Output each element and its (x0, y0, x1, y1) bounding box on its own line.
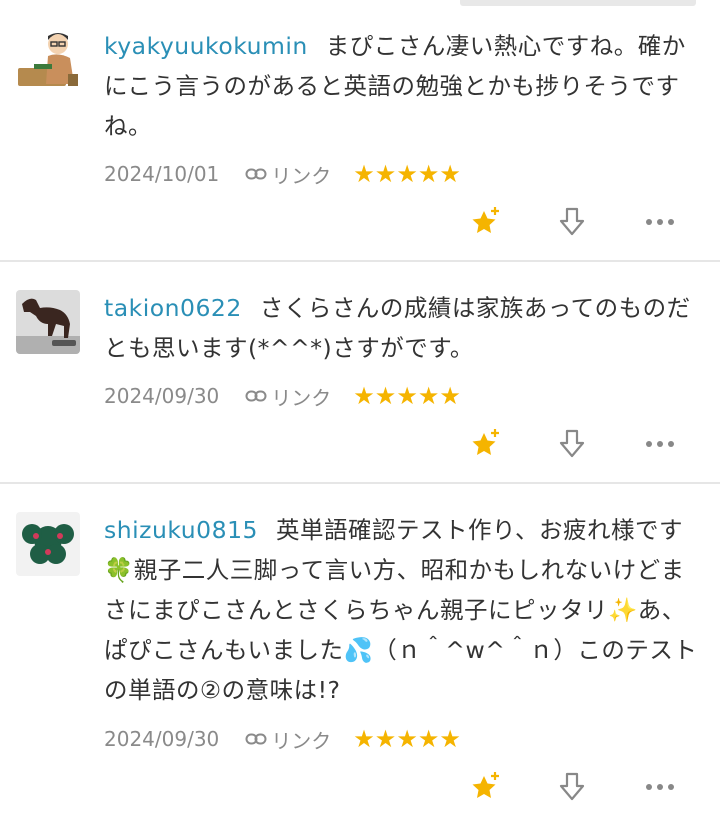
comment-username[interactable]: kyakyuukokumin (104, 32, 308, 60)
comment-username[interactable]: shizuku0815 (104, 516, 258, 544)
comment-actions (466, 424, 696, 464)
link-label: リンク (271, 163, 332, 188)
star-plus-button[interactable] (466, 424, 506, 464)
comment-link[interactable]: リンク (245, 382, 331, 411)
person-at-desk-illustration (16, 28, 80, 92)
comment-meta: 2024/09/30 リンク ★★★★★ (104, 724, 461, 754)
rating-stars: ★★★★★ (353, 725, 461, 753)
divider (0, 482, 720, 484)
star-plus-icon (472, 772, 499, 798)
avatar[interactable] (16, 290, 80, 354)
comment-date: 2024/09/30 (104, 727, 220, 751)
more-button[interactable] (638, 202, 682, 242)
avatar[interactable] (16, 512, 80, 576)
comment-link[interactable]: リンク (245, 725, 331, 754)
comment-body: 英単語確認テスト作り、お疲れ様です🍀親子二人三脚って言い方、昭和かもしれないけど… (104, 516, 698, 704)
more-dots-icon (646, 441, 674, 447)
avatar[interactable] (16, 28, 80, 92)
more-dots-icon (646, 784, 674, 790)
link-label: リンク (271, 728, 332, 753)
comment-username[interactable]: takion0622 (104, 294, 242, 322)
star-plus-icon (472, 429, 499, 455)
more-button[interactable] (638, 424, 682, 464)
comment-actions (466, 767, 696, 807)
comment-text-block: kyakyuukokumin まぴこさん凄い熱心ですね。確かにこう言うのがあると英… (104, 26, 704, 146)
star-plus-button[interactable] (466, 767, 506, 807)
more-button[interactable] (638, 767, 682, 807)
comment-text-block: shizuku0815 英単語確認テスト作り、お疲れ様です🍀親子二人三脚って言い方… (104, 510, 704, 710)
link-label: リンク (271, 385, 332, 410)
comment-actions (466, 202, 696, 242)
horse-statue-photo (16, 290, 80, 354)
comment-date: 2024/10/01 (104, 162, 220, 186)
top-scroll-indicator (460, 0, 696, 6)
divider (0, 260, 720, 262)
comment-text-block: takion0622 さくらさんの成績は家族あってのものだとも思います(*^^*)… (104, 288, 704, 368)
rating-stars: ★★★★★ (353, 160, 461, 188)
down-button[interactable] (552, 202, 592, 242)
star-plus-button[interactable] (466, 202, 506, 242)
more-dots-icon (646, 219, 674, 225)
thumbs-down-arrow-icon (559, 429, 585, 458)
link-icon (245, 390, 267, 402)
down-button[interactable] (552, 767, 592, 807)
thumbs-down-arrow-icon (559, 772, 585, 801)
comment-date: 2024/09/30 (104, 384, 220, 408)
comment-meta: 2024/09/30 リンク ★★★★★ (104, 381, 461, 411)
green-knit-brooch-photo (16, 512, 80, 576)
rating-stars: ★★★★★ (353, 382, 461, 410)
link-icon (245, 733, 267, 745)
star-plus-icon (472, 207, 499, 233)
link-icon (245, 168, 267, 180)
comment-meta: 2024/10/01 リンク ★★★★★ (104, 159, 461, 189)
down-button[interactable] (552, 424, 592, 464)
comment-link[interactable]: リンク (245, 160, 331, 189)
thumbs-down-arrow-icon (559, 207, 585, 236)
